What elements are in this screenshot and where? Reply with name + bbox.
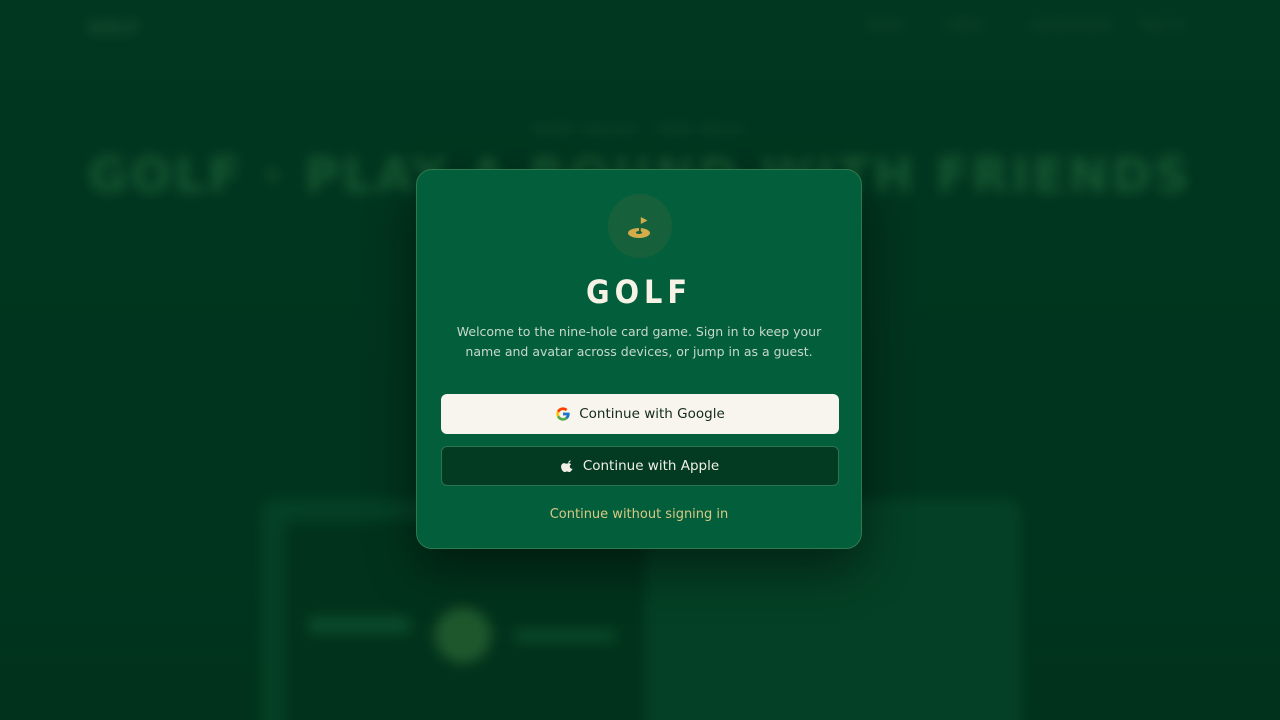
google-sign-in-button[interactable]: Continue with Google [441,394,839,434]
apple-icon [560,459,575,473]
modal-title: GOLF [585,273,693,311]
google-button-label: Continue with Google [579,406,725,422]
continue-as-guest-link[interactable]: Continue without signing in [417,507,861,522]
logo-badge [608,194,672,258]
apple-sign-in-button[interactable]: Continue with Apple [441,446,839,486]
modal-description: Welcome to the nine-hole card game. Sign… [456,324,822,359]
apple-button-label: Continue with Apple [582,458,720,474]
sign-in-modal: GOLF Welcome to the nine-hole card game.… [416,169,862,549]
google-icon [555,406,571,422]
